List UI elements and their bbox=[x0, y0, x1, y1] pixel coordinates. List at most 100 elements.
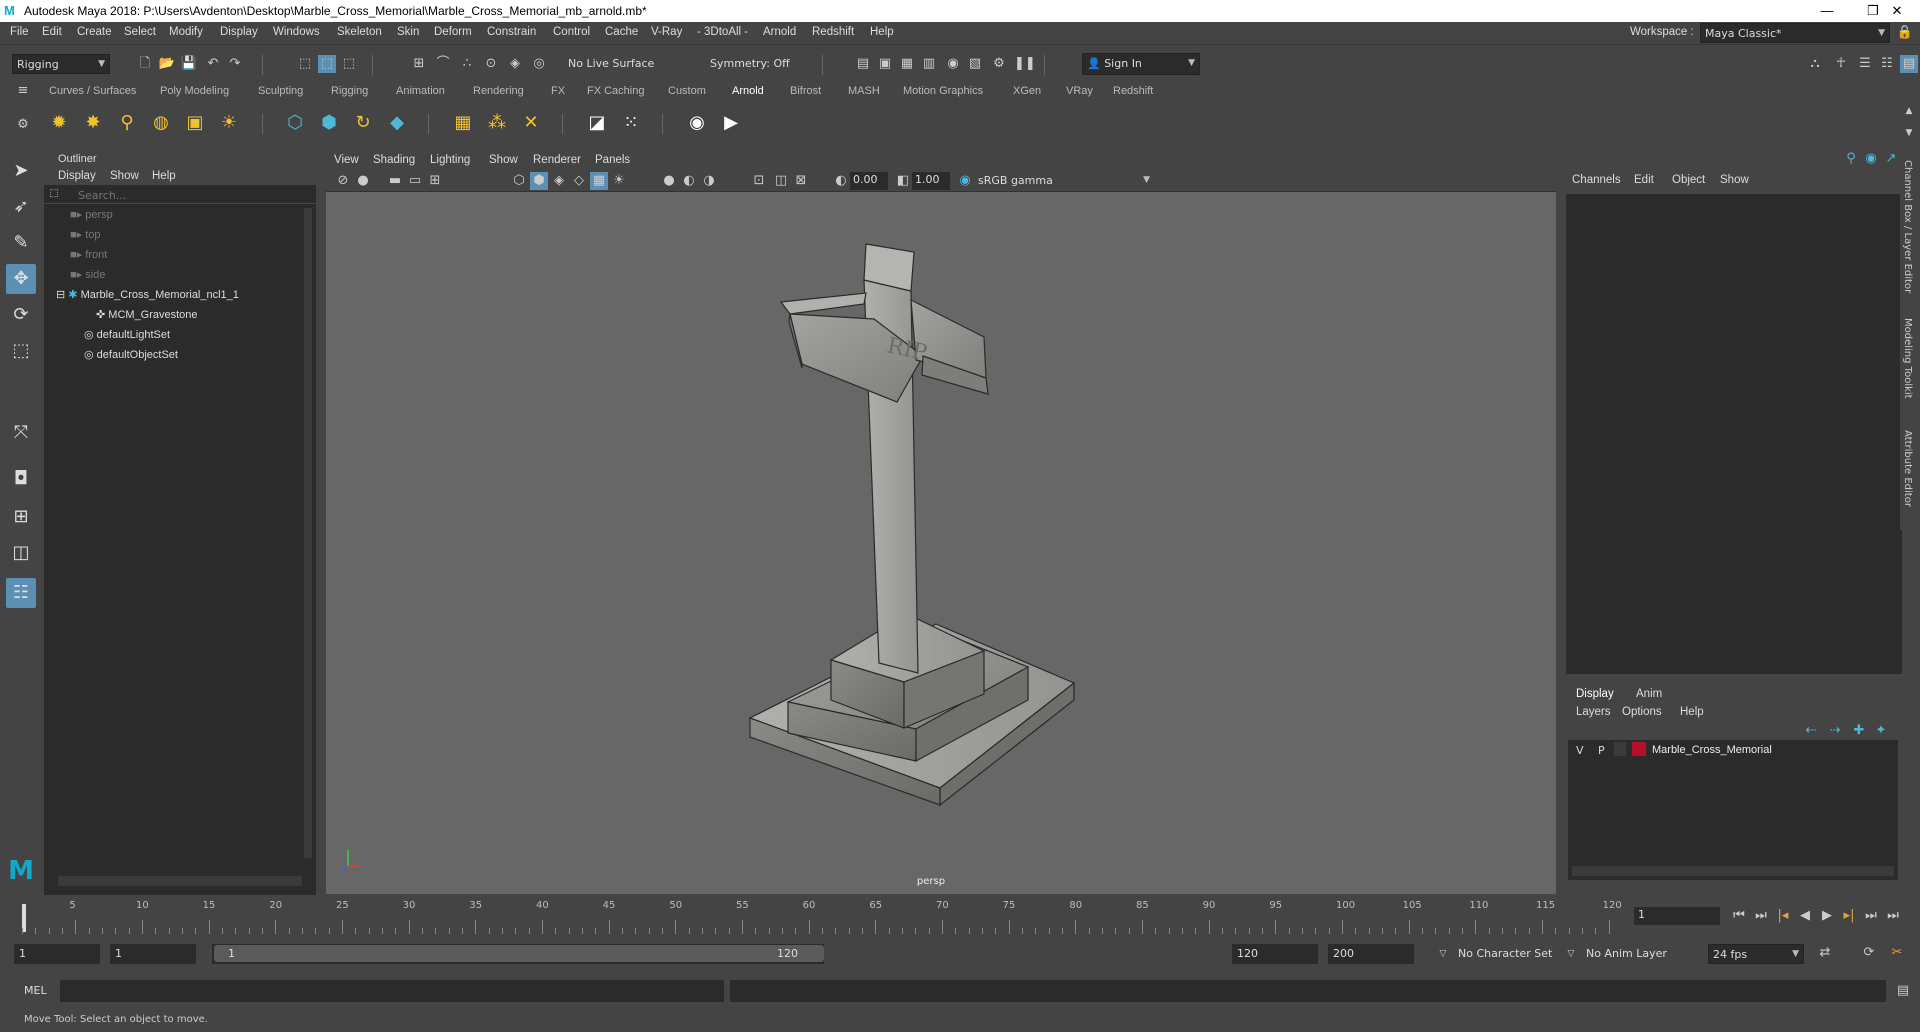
shelf-scroll-up-icon[interactable]: ▲ bbox=[1900, 102, 1918, 120]
range-start-field[interactable]: 1 bbox=[110, 944, 196, 964]
start-time-field[interactable]: 1 bbox=[14, 944, 100, 964]
exposure-field[interactable]: 0.00 bbox=[850, 172, 888, 190]
save-scene-icon[interactable]: 💾 bbox=[180, 55, 198, 73]
loop-icon[interactable]: ⇄ bbox=[1816, 944, 1834, 962]
auto-key-icon[interactable]: ⟳ bbox=[1860, 944, 1878, 962]
wireframe-on-shaded-icon[interactable]: ◈ bbox=[550, 172, 568, 190]
modeling-toolkit-icon[interactable]: ⛬ bbox=[1806, 55, 1824, 73]
script-language-label[interactable]: MEL bbox=[24, 984, 47, 997]
select-tool-icon[interactable]: ➤ bbox=[6, 156, 36, 186]
shelf-tab-arnold[interactable]: Arnold bbox=[732, 85, 764, 97]
smooth-shade-icon[interactable]: ⬢ bbox=[530, 172, 548, 190]
filter-icon[interactable]: ⬚ bbox=[46, 186, 62, 202]
shelf-tab-custom[interactable]: Custom bbox=[668, 85, 706, 97]
gamma-field[interactable]: 1.00 bbox=[912, 172, 950, 190]
xray-joints-icon[interactable]: ◫ bbox=[772, 172, 790, 190]
channels-menu-channels[interactable]: Channels bbox=[1572, 174, 1621, 186]
layer-name[interactable]: Marble_Cross_Memorial bbox=[1652, 744, 1772, 756]
collapse-icon[interactable]: ⊟ bbox=[56, 289, 68, 301]
two-view-icon[interactable]: ◫ bbox=[6, 538, 36, 568]
layer-menu-layers[interactable]: Layers bbox=[1576, 706, 1611, 718]
snap-view-icon[interactable]: ⊙ bbox=[482, 55, 500, 73]
layer-row[interactable]: V P Marble_Cross_Memorial bbox=[1568, 740, 1898, 760]
menu-file[interactable]: File bbox=[10, 26, 29, 38]
command-input[interactable] bbox=[60, 980, 724, 1002]
outliner-search-input[interactable] bbox=[78, 188, 308, 202]
xray-icon[interactable]: ◇ bbox=[570, 172, 588, 190]
layer-visibility-toggle[interactable]: V bbox=[1576, 744, 1584, 757]
viewport-panel[interactable]: View Shading Lighting Show Renderer Pane… bbox=[326, 152, 1556, 894]
use-all-lights-icon[interactable]: ☀ bbox=[610, 172, 628, 190]
area-light-icon[interactable]: ✹ bbox=[46, 110, 72, 136]
isolate-select-icon[interactable]: ⊡ bbox=[750, 172, 768, 190]
vp-menu-panels[interactable]: Panels bbox=[595, 154, 630, 166]
attribute-editor-icon[interactable]: ☰ bbox=[1856, 55, 1874, 73]
live-surface-field[interactable]: No Live Surface bbox=[564, 54, 664, 74]
menu-set-dropdown[interactable]: Rigging ▼ bbox=[12, 54, 110, 74]
grid-toggle-icon[interactable]: ⊞ bbox=[426, 172, 444, 190]
outliner-vscrollbar[interactable] bbox=[304, 208, 312, 858]
new-layer-selected-icon[interactable]: ✦ bbox=[1872, 722, 1890, 740]
outliner-item-group[interactable]: ⊟ ✱ Marble_Cross_Memorial_ncl1_1 bbox=[56, 288, 239, 306]
pause-icon[interactable]: ❚❚ bbox=[1014, 55, 1036, 73]
layer-reference-toggle[interactable] bbox=[1614, 742, 1626, 756]
snap-point-icon[interactable]: ∴ bbox=[458, 55, 476, 73]
menu-3dtoall[interactable]: - 3DtoAll - bbox=[697, 26, 748, 38]
outliner-item-front[interactable]: ■▸ front bbox=[70, 248, 107, 266]
menu-control[interactable]: Control bbox=[553, 26, 590, 38]
color-management-icon[interactable]: ◉ bbox=[956, 172, 974, 190]
menu-display[interactable]: Display bbox=[220, 26, 258, 38]
anim-layer-dropdown[interactable]: No Anim Layer bbox=[1582, 944, 1686, 964]
mesh-light-icon[interactable]: ✸ bbox=[80, 110, 106, 136]
layer-tab-display[interactable]: Display bbox=[1576, 688, 1614, 700]
standin-icon[interactable]: ⬡ bbox=[282, 110, 308, 136]
render-settings-icon[interactable]: ▥ bbox=[920, 55, 938, 73]
snap-surface-icon[interactable]: ◈ bbox=[506, 55, 524, 73]
layer-color-swatch[interactable] bbox=[1632, 742, 1646, 756]
gravestone-model[interactable] bbox=[748, 243, 1076, 807]
lasso-tool-icon[interactable]: ➶ bbox=[6, 192, 36, 222]
render-view-eye-icon[interactable]: ◉ bbox=[684, 110, 710, 136]
outliner-menu-show[interactable]: Show bbox=[110, 170, 139, 182]
anim-prefs-icon[interactable]: ✂ bbox=[1888, 944, 1906, 962]
select-object-icon[interactable]: ⬚ bbox=[318, 55, 336, 73]
layer-hscrollbar[interactable] bbox=[1572, 866, 1894, 876]
shelf-tab-fxcaching[interactable]: FX Caching bbox=[587, 85, 644, 97]
current-frame-field[interactable]: 1 bbox=[1634, 907, 1720, 925]
paint-select-icon[interactable]: ✎ bbox=[6, 228, 36, 258]
snap-vertex-icon[interactable]: ◎ bbox=[530, 55, 548, 73]
outliner-item-persp[interactable]: ■▸ persp bbox=[70, 208, 113, 226]
lock-channels-icon[interactable]: ◉ bbox=[1862, 150, 1880, 168]
image-plane-icon[interactable]: ▭ bbox=[406, 172, 424, 190]
menu-select[interactable]: Select bbox=[124, 26, 156, 38]
export-standin-icon[interactable]: ◆ bbox=[384, 110, 410, 136]
texture-manager-icon[interactable]: ▦ bbox=[450, 110, 476, 136]
shelf-tab-redshift[interactable]: Redshift bbox=[1113, 85, 1153, 97]
side-tab-attribute-editor[interactable]: Attribute Editor bbox=[1902, 430, 1913, 507]
anim-end-field[interactable]: 200 bbox=[1328, 944, 1414, 964]
human-ik-icon[interactable]: ☥ bbox=[1832, 55, 1850, 73]
channel-box-icon[interactable]: ▤ bbox=[1900, 55, 1918, 73]
menu-windows[interactable]: Windows bbox=[273, 26, 320, 38]
outliner-item-lightset[interactable]: ◎ defaultLightSet bbox=[84, 328, 170, 346]
light-editor-icon[interactable]: ⚙ bbox=[990, 55, 1008, 73]
step-back-key-icon[interactable]: ⏭ bbox=[1752, 907, 1770, 925]
scale-tool-icon[interactable]: ⬚ bbox=[6, 336, 36, 366]
select-component-icon[interactable]: ⬚ bbox=[340, 55, 358, 73]
move-layer-down-icon[interactable]: ⇢ bbox=[1826, 722, 1844, 740]
open-scene-icon[interactable]: 📂 bbox=[158, 55, 176, 73]
time-ruler[interactable]: 5 10 15 20 25 30 35 40 45 50 55 60 65 70 75 80 85 90 95 100… bbox=[22, 898, 1622, 934]
channels-menu-edit[interactable]: Edit bbox=[1634, 174, 1654, 186]
flush-all-icon[interactable]: ✕ bbox=[518, 110, 544, 136]
menu-skin[interactable]: Skin bbox=[397, 26, 419, 38]
layer-menu-help[interactable]: Help bbox=[1680, 706, 1704, 718]
skydome-light-icon[interactable]: ◍ bbox=[148, 110, 174, 136]
vp-menu-view[interactable]: View bbox=[334, 154, 359, 166]
render-view-icon[interactable]: ▧ bbox=[966, 55, 984, 73]
shelf-tab-rendering[interactable]: Rendering bbox=[473, 85, 524, 97]
render-play-icon[interactable]: ▶ bbox=[718, 110, 744, 136]
redo-icon[interactable]: ↷ bbox=[226, 55, 244, 73]
camera-attributes-icon[interactable]: ● bbox=[354, 172, 372, 190]
flush-cache-icon[interactable]: ⁂ bbox=[484, 110, 510, 136]
channels-menu-show[interactable]: Show bbox=[1720, 174, 1749, 186]
